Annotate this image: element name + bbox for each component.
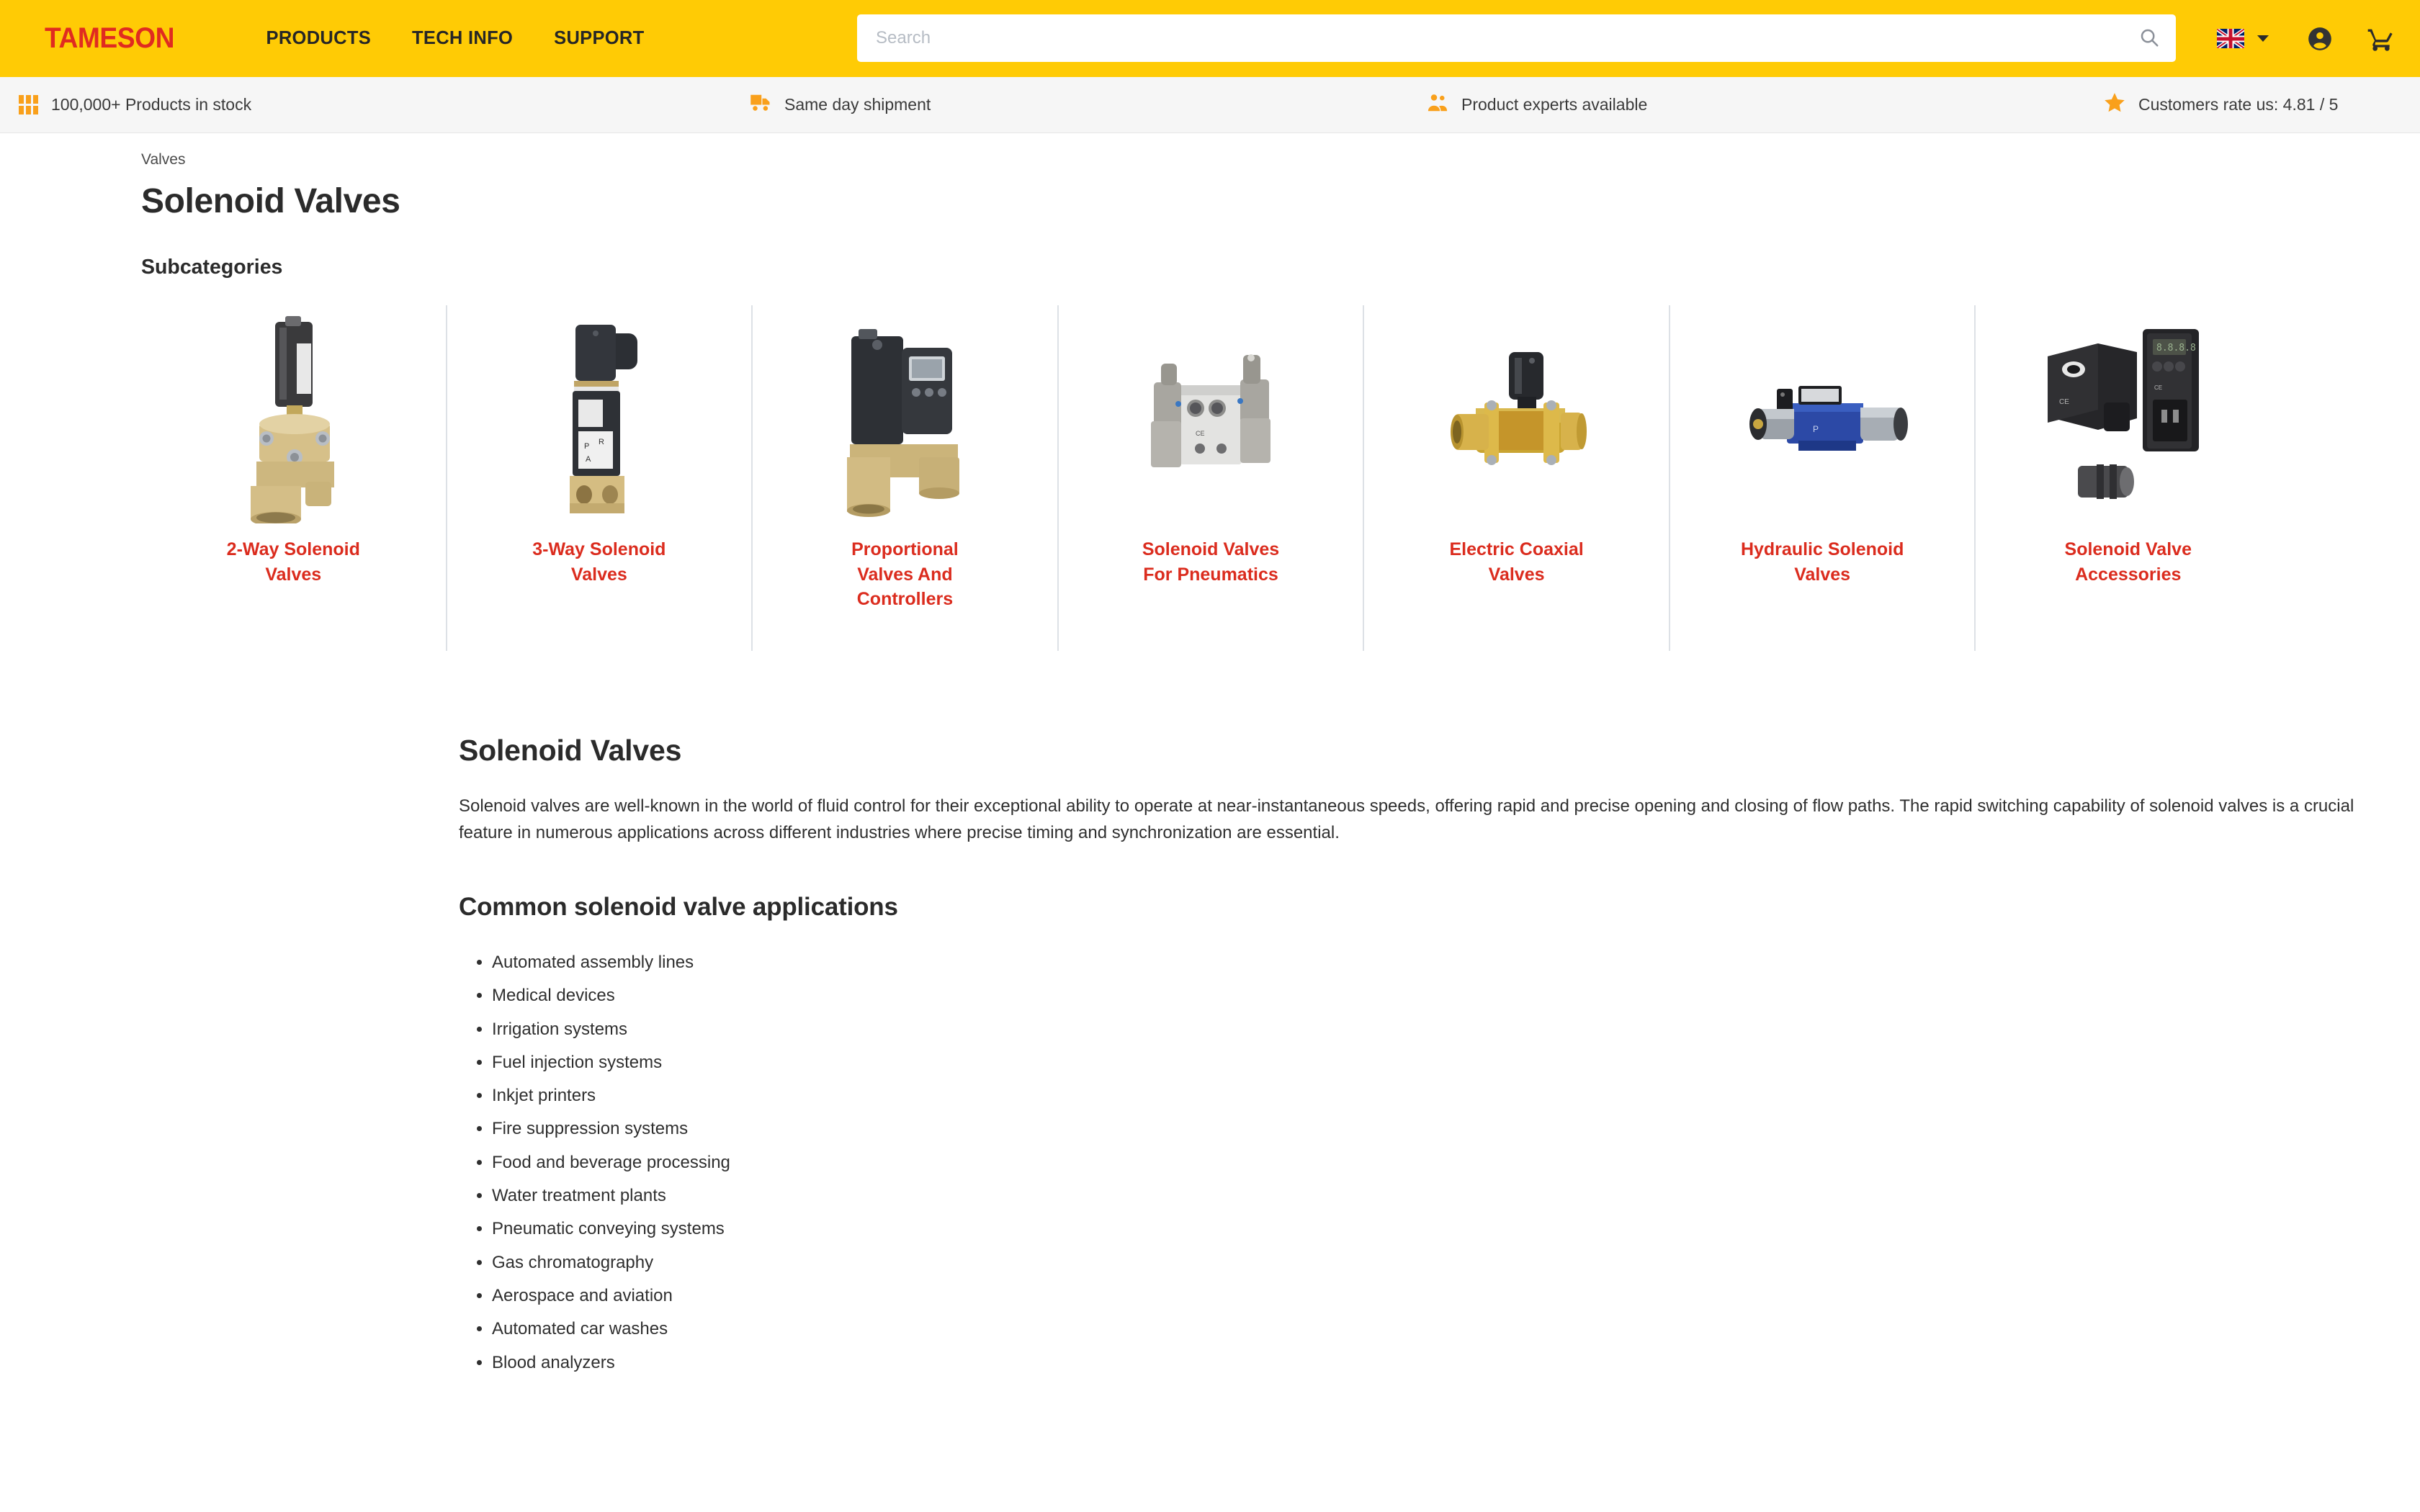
nav-item-tech-info[interactable]: TECH INFO: [412, 28, 513, 49]
article-section: Solenoid Valves Solenoid valves are well…: [459, 734, 2375, 1380]
usp-customer-rating: Customers rate us: 4.81 / 5: [2104, 92, 2338, 117]
subcategory-label: Electric Coaxial Valves: [1449, 539, 1584, 585]
subcategory-image-proportional-valves-and-controllers: [764, 311, 1046, 527]
usp-products-in-stock: 100,000+ Products in stock: [19, 95, 750, 114]
svg-text:R: R: [599, 438, 604, 446]
list-item: Pneumatic conveying systems: [492, 1212, 2375, 1246]
subcategory-card-hydraulic-solenoid-valves[interactable]: P Hydraulic Solenoid Valves: [1669, 305, 1976, 651]
subcategory-image-3-way-solenoid-valves: P R A: [459, 311, 740, 527]
search-icon: [2138, 27, 2160, 50]
svg-text:P: P: [584, 442, 589, 451]
usp-label: Product experts available: [1461, 95, 1648, 114]
list-item: Water treatment plants: [492, 1179, 2375, 1212]
subcategory-image-electric-coaxial-valves: [1376, 311, 1657, 527]
search-bar: [857, 14, 2176, 62]
list-item: Aerospace and aviation: [492, 1279, 2375, 1313]
list-item: Gas chromatography: [492, 1246, 2375, 1279]
list-item: Irrigation systems: [492, 1013, 2375, 1046]
header-actions: [2217, 0, 2396, 77]
subcategory-label: Hydraulic Solenoid Valves: [1740, 539, 1904, 585]
list-item: Automated assembly lines: [492, 946, 2375, 979]
list-item: Fuel injection systems: [492, 1046, 2375, 1079]
subcategory-label: 2-Way Solenoid Valves: [226, 539, 360, 585]
subcategory-image-hydraulic-solenoid-valves: P: [1682, 311, 1963, 527]
subcategory-grid: 2-Way Solenoid Valves P R A 3-Way Soleno…: [141, 305, 2280, 651]
usp-same-day-shipment: Same day shipment: [750, 93, 1427, 117]
search-input[interactable]: [857, 14, 2123, 62]
article-paragraph: Solenoid valves are well-known in the wo…: [459, 796, 2354, 842]
subcategory-label: Proportional Valves And Controllers: [851, 539, 959, 609]
article-title: Solenoid Valves: [459, 734, 682, 767]
nav-item-products[interactable]: PRODUCTS: [266, 28, 372, 49]
usp-label: Same day shipment: [784, 95, 931, 114]
list-item: Automated car washes: [492, 1313, 2375, 1346]
usp-bar: 100,000+ Products in stock Same day ship…: [0, 77, 2420, 133]
subcategory-label: Solenoid Valves For Pneumatics: [1142, 539, 1280, 585]
account-circle-icon[interactable]: [2306, 25, 2334, 53]
chevron-down-icon[interactable]: [2257, 35, 2269, 42]
star-icon: [2104, 92, 2125, 117]
svg-text:P: P: [1813, 424, 1819, 434]
svg-text:8.8.8.8: 8.8.8.8: [2156, 343, 2196, 354]
usp-label: Customers rate us: 4.81 / 5: [2138, 95, 2339, 114]
subcategory-image-solenoid-valves-for-pneumatics: CE: [1070, 311, 1352, 527]
uk-flag-icon[interactable]: [2217, 29, 2244, 48]
list-item: Fire suppression systems: [492, 1112, 2375, 1146]
breadcrumb: Valves: [141, 151, 2420, 168]
applications-list: Automated assembly lines Medical devices…: [492, 946, 2375, 1380]
grid-icon: [19, 95, 38, 114]
subcategory-image-2-way-solenoid-valves: [153, 311, 434, 527]
subcategory-card-2-way-solenoid-valves[interactable]: 2-Way Solenoid Valves: [141, 305, 447, 651]
applications-heading: Common solenoid valve applications: [459, 892, 898, 921]
svg-text:A: A: [586, 455, 591, 464]
page-title: Solenoid Valves: [141, 182, 400, 220]
list-item: Blood analyzers: [492, 1346, 2375, 1380]
subcategory-card-3-way-solenoid-valves[interactable]: P R A 3-Way Solenoid Valves: [446, 305, 753, 651]
list-item: Medical devices: [492, 979, 2375, 1012]
subcategories-heading: Subcategories: [141, 256, 283, 279]
svg-text:CE: CE: [2154, 384, 2162, 391]
list-item: Inkjet printers: [492, 1079, 2375, 1112]
subcategory-card-solenoid-valve-accessories[interactable]: CE 8.8.8.8 CE Solenoid Valve Accessories: [1975, 305, 2280, 651]
breadcrumb-item-valves[interactable]: Valves: [141, 151, 185, 168]
subcategory-card-proportional-valves-and-controllers[interactable]: Proportional Valves And Controllers: [752, 305, 1058, 651]
subcategory-image-solenoid-valve-accessories: CE 8.8.8.8 CE: [1987, 311, 2269, 527]
search-button[interactable]: [2123, 14, 2176, 62]
usp-label: 100,000+ Products in stock: [51, 95, 252, 114]
site-header: TAMESON PRODUCTS TECH INFO SUPPORT: [0, 0, 2420, 77]
subcategory-card-electric-coaxial-valves[interactable]: Electric Coaxial Valves: [1363, 305, 1670, 651]
list-item: Food and beverage processing: [492, 1146, 2375, 1179]
usp-product-experts: Product experts available: [1427, 93, 2104, 117]
main-navigation: PRODUCTS TECH INFO SUPPORT: [266, 28, 645, 49]
shopping-cart-icon[interactable]: [2367, 24, 2396, 53]
truck-icon: [750, 93, 771, 117]
nav-item-support[interactable]: SUPPORT: [554, 28, 644, 49]
svg-text:CE: CE: [1196, 430, 1205, 437]
people-icon: [1427, 93, 1448, 117]
subcategory-label: 3-Way Solenoid Valves: [532, 539, 666, 585]
subcategory-card-solenoid-valves-for-pneumatics[interactable]: CE Solenoid Valves For Pneumatics: [1057, 305, 1364, 651]
page-content: Valves Solenoid Valves Subcategories 2-W…: [0, 151, 2420, 1380]
subcategory-label: Solenoid Valve Accessories: [2064, 539, 2192, 585]
svg-text:CE: CE: [2059, 398, 2069, 406]
site-logo[interactable]: TAMESON: [45, 22, 174, 55]
